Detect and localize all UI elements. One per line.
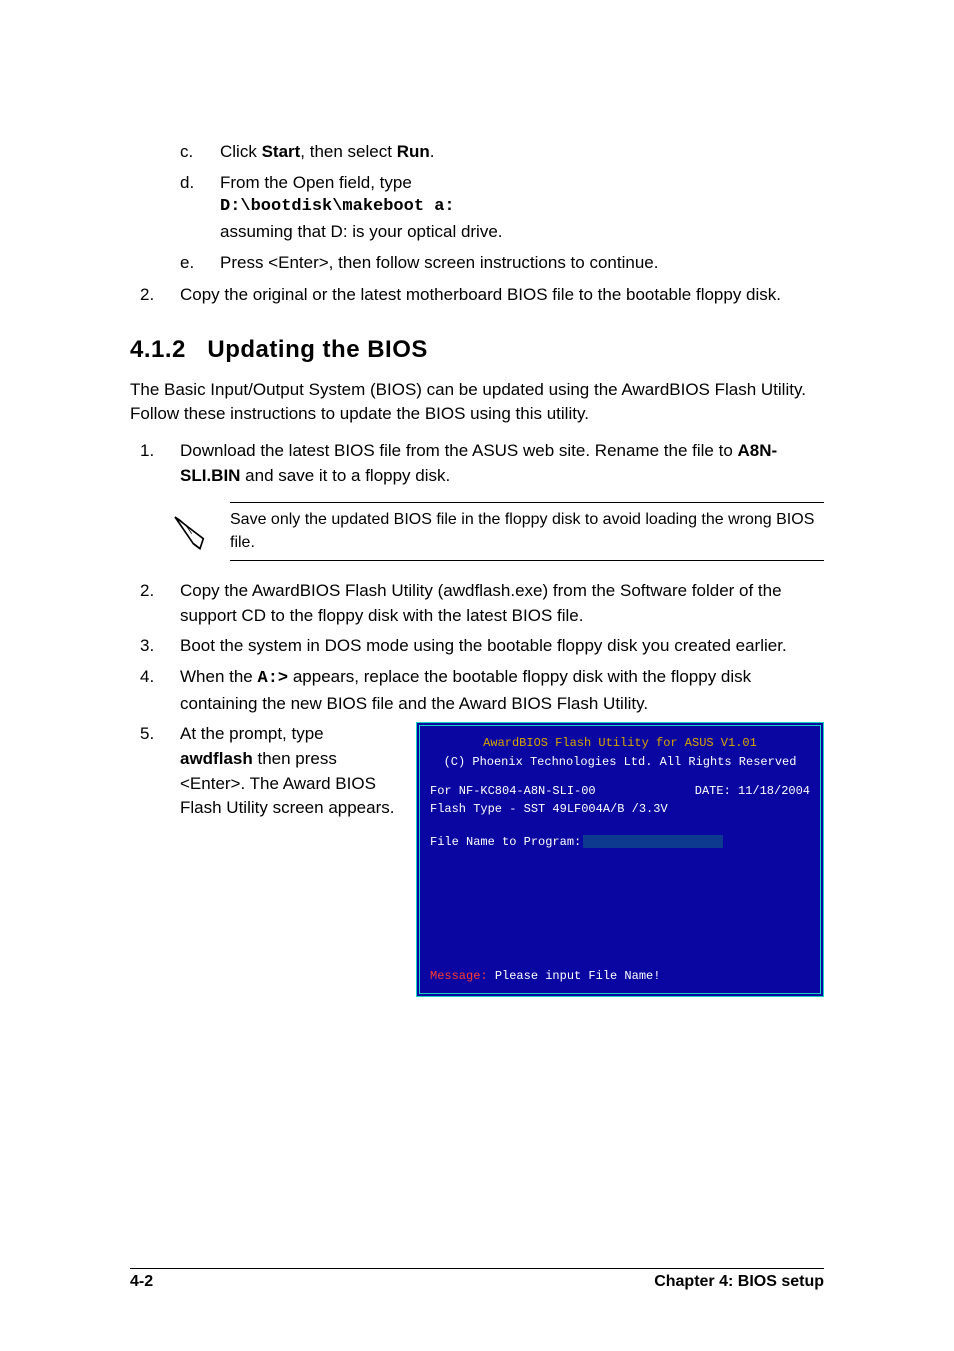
bold-awdflash: awdflash: [180, 749, 253, 768]
note-text: Save only the updated BIOS file in the f…: [230, 502, 824, 561]
page-number: 4-2: [130, 1273, 153, 1291]
substep-c-body: Click Start, then select Run.: [220, 140, 824, 165]
text: When the: [180, 667, 258, 686]
dos-date-value: 11/18/2004: [738, 784, 810, 798]
dos-message-line: Message: Please input File Name!: [430, 967, 810, 986]
dos-screenshot: AwardBIOS Flash Utility for ASUS V1.01 (…: [416, 722, 824, 997]
list-marker: c.: [180, 140, 220, 165]
bold-run: Run: [397, 142, 430, 161]
dos-message-text: Please input File Name!: [495, 969, 661, 983]
list-marker: 1.: [140, 439, 180, 488]
step-4: 4. When the A:> appears, replace the boo…: [140, 665, 824, 716]
step-4-body: When the A:> appears, replace the bootab…: [180, 665, 824, 716]
page-content: c. Click Start, then select Run. d. From…: [130, 140, 824, 1268]
list-marker: 4.: [140, 665, 180, 716]
list-marker: 3.: [140, 634, 180, 659]
step-2-top-body: Copy the original or the latest motherbo…: [180, 283, 824, 308]
text: From the Open field, type: [220, 171, 824, 196]
section-heading: 4.1.2 Updating the BIOS: [130, 336, 824, 364]
bold-start: Start: [262, 142, 301, 161]
text: At the prompt, type: [180, 724, 324, 743]
text: Click: [220, 142, 262, 161]
substep-d-body: From the Open field, type D:\bootdisk\ma…: [220, 171, 824, 245]
section-title: Updating the BIOS: [207, 336, 428, 363]
list-marker: 2.: [140, 579, 180, 628]
list-marker: 2.: [140, 283, 180, 308]
step-5-body: At the prompt, type awdflash then press …: [180, 722, 824, 997]
text: and save it to a floppy disk.: [240, 466, 450, 485]
step-2: 2. Copy the AwardBIOS Flash Utility (awd…: [140, 579, 824, 628]
text: , then select: [300, 142, 396, 161]
text: .: [430, 142, 435, 161]
step-1: 1. Download the latest BIOS file from th…: [140, 439, 824, 488]
dos-date: DATE: 11/18/2004: [695, 782, 810, 801]
step-1-body: Download the latest BIOS file from the A…: [180, 439, 824, 488]
list-marker: 5.: [140, 722, 180, 997]
text: assuming that D: is your optical drive.: [220, 220, 824, 245]
dos-title: AwardBIOS Flash Utility for ASUS V1.01: [430, 734, 810, 753]
dos-prompt-label: File Name to Program:: [430, 835, 581, 849]
step-2-top: 2. Copy the original or the latest mothe…: [140, 283, 824, 308]
dos-date-label: DATE:: [695, 784, 738, 798]
step-3: 3. Boot the system in DOS mode using the…: [140, 634, 824, 659]
section-number: 4.1.2: [130, 336, 186, 363]
step-5: 5. At the prompt, type awdflash then pre…: [140, 722, 824, 997]
substep-e-body: Press <Enter>, then follow screen instru…: [220, 251, 824, 276]
text: Download the latest BIOS file from the A…: [180, 441, 738, 460]
dos-input-box: [583, 835, 723, 848]
dos-board-id: For NF-KC804-A8N-SLI-00: [430, 782, 596, 801]
step-5-text: At the prompt, type awdflash then press …: [180, 722, 400, 997]
substep-e: e. Press <Enter>, then follow screen ins…: [180, 251, 824, 276]
step-2-body: Copy the AwardBIOS Flash Utility (awdfla…: [180, 579, 824, 628]
substep-list: c. Click Start, then select Run. d. From…: [180, 140, 824, 275]
page-footer: 4-2 Chapter 4: BIOS setup: [130, 1268, 824, 1291]
dos-file-prompt: File Name to Program:: [430, 833, 810, 852]
step-3-body: Boot the system in DOS mode using the bo…: [180, 634, 824, 659]
dos-copyright: (C) Phoenix Technologies Ltd. All Rights…: [430, 753, 810, 772]
code-line: D:\bootdisk\makeboot a:: [220, 195, 824, 220]
list-marker: d.: [180, 171, 220, 245]
note-box: Save only the updated BIOS file in the f…: [170, 502, 824, 561]
intro-paragraph: The Basic Input/Output System (BIOS) can…: [130, 378, 824, 427]
dos-board-line: For NF-KC804-A8N-SLI-00 DATE: 11/18/2004: [430, 782, 810, 801]
list-marker: e.: [180, 251, 220, 276]
dos-message-label: Message:: [430, 969, 495, 983]
substep-c: c. Click Start, then select Run.: [180, 140, 824, 165]
dos-flash-type: Flash Type - SST 49LF004A/B /3.3V: [430, 800, 810, 819]
bold-prompt: A:>: [258, 669, 289, 688]
chapter-title: Chapter 4: BIOS setup: [654, 1273, 824, 1291]
substep-d: d. From the Open field, type D:\bootdisk…: [180, 171, 824, 245]
note-pencil-icon: [170, 512, 210, 552]
